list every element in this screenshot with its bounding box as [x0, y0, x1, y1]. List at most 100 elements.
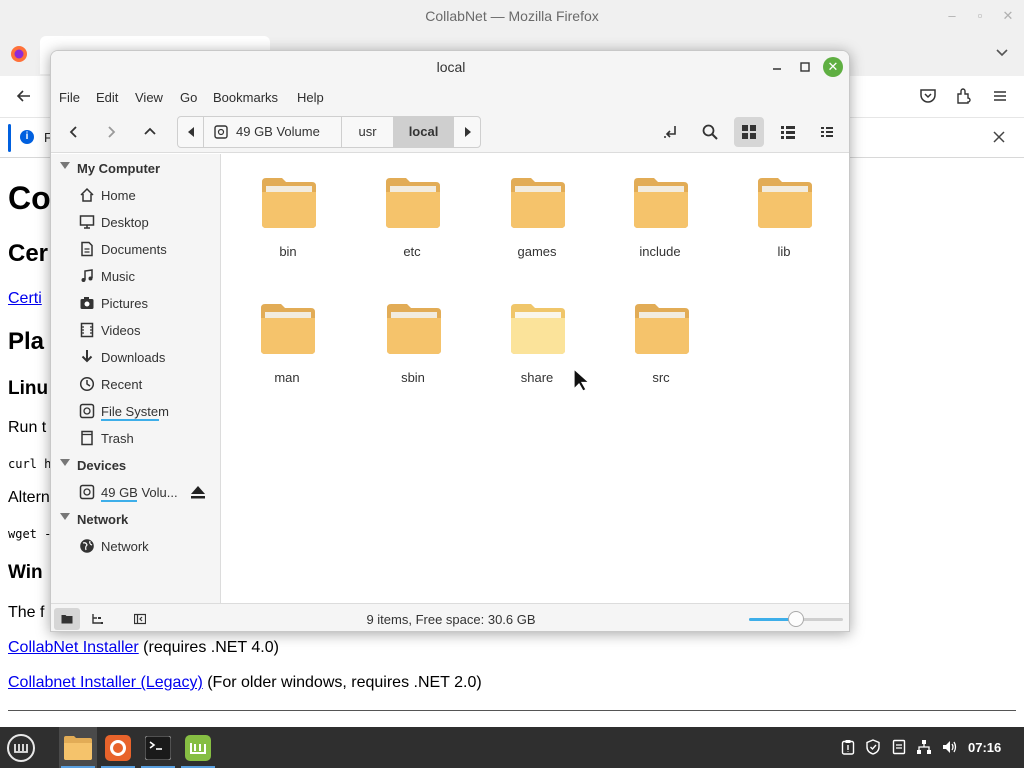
sidebar-section-label: Network [77, 512, 129, 527]
chevron-up-icon [144, 127, 156, 135]
firefox-maximize-button[interactable]: ▫ [972, 8, 988, 24]
start-menu-button[interactable] [2, 727, 40, 768]
sidebar-item-label: Recent [101, 377, 143, 392]
sidebar-item-file-system[interactable]: File System [51, 399, 221, 423]
mouse-pointer-icon [573, 368, 591, 392]
folder-games[interactable]: games [487, 160, 587, 260]
mint-update-icon [185, 734, 211, 761]
videos-icon [80, 322, 94, 338]
sidebar-section-my-computer[interactable]: My Computer [51, 156, 221, 180]
maximize-icon[interactable] [797, 59, 813, 75]
taskbar-firefox[interactable] [99, 727, 137, 768]
menu-edit[interactable]: Edit [96, 90, 118, 105]
up-button[interactable] [135, 117, 165, 147]
tab-list-chevron-icon[interactable] [994, 44, 1014, 64]
collabnet-legacy-installer-link[interactable]: Collabnet Installer (Legacy) [8, 674, 203, 691]
sidebar-item-pictures[interactable]: Pictures [51, 291, 221, 315]
crumb-usr[interactable]: usr [342, 117, 394, 147]
path-scroll-left-button[interactable] [178, 117, 204, 147]
legacy-installer-note: (For older windows, requires .NET 2.0) [202, 674, 482, 691]
file-manager-titlebar[interactable]: local ✕ [51, 51, 849, 83]
firefox-view-icon[interactable] [10, 45, 30, 65]
crumb-volume-label: 49 GB Volume [236, 124, 320, 139]
forward-button[interactable] [96, 117, 126, 147]
folder-include[interactable]: include [610, 160, 710, 260]
path-scroll-right-button[interactable] [454, 117, 480, 147]
pocket-icon[interactable] [918, 86, 938, 106]
firefox-minimize-button[interactable]: – [944, 8, 960, 24]
sidebar-section-label: My Computer [77, 161, 161, 176]
folder-icon [261, 304, 315, 354]
sidebar-item-label: File System [101, 404, 169, 419]
triangle-left-icon [188, 127, 194, 137]
toolbar: 49 GB Volume usr local [51, 111, 849, 153]
folder-bin[interactable]: bin [238, 160, 338, 260]
notification-close-icon[interactable] [990, 128, 1010, 148]
hamburger-menu-icon[interactable] [990, 86, 1010, 106]
crumb-local[interactable]: local [394, 117, 454, 147]
disk-usage-bar [101, 500, 137, 502]
sidebar-item-videos[interactable]: Videos [51, 318, 221, 342]
taskbar-update-manager[interactable] [179, 727, 217, 768]
folder-etc[interactable]: etc [362, 160, 462, 260]
sidebar-item-desktop[interactable]: Desktop [51, 210, 221, 234]
menu-bar: File Edit View Go Bookmarks Help [51, 83, 849, 111]
folder-label: etc [403, 244, 421, 259]
network-icon[interactable] [916, 739, 932, 755]
menu-view[interactable]: View [135, 90, 163, 105]
folder-lib[interactable]: lib [734, 160, 834, 260]
folder-share[interactable]: share [487, 286, 587, 386]
back-arrow-icon[interactable] [14, 86, 34, 106]
notes-icon[interactable] [891, 739, 907, 755]
list-view-button[interactable] [773, 117, 803, 147]
menu-help[interactable]: Help [297, 90, 324, 105]
drive-icon [79, 484, 95, 500]
compact-view-button[interactable] [812, 117, 842, 147]
folder-sbin[interactable]: sbin [363, 286, 463, 386]
sidebar-item-recent[interactable]: Recent [51, 372, 221, 396]
firefox-close-button[interactable]: ✕ [1000, 8, 1016, 24]
menu-file[interactable]: File [59, 90, 80, 105]
certificate-link[interactable]: Certi [8, 290, 42, 308]
sidebar-item-volume[interactable]: 49 GB Volu... [51, 480, 221, 504]
clipboard-icon[interactable] [840, 739, 856, 755]
sidebar-item-label: Home [101, 188, 136, 203]
file-icon-view[interactable]: bin etc games include lib man sbin share… [222, 154, 849, 603]
menu-go[interactable]: Go [180, 90, 197, 105]
sidebar-item-network[interactable]: Network [51, 534, 221, 558]
extensions-icon[interactable] [954, 86, 974, 106]
shield-icon[interactable] [865, 739, 881, 755]
eject-icon[interactable] [190, 485, 206, 499]
trash-icon [81, 430, 93, 446]
expander-icon [60, 459, 70, 466]
sidebar-item-home[interactable]: Home [51, 183, 221, 207]
zoom-slider[interactable] [749, 611, 843, 627]
page-heading-linux: Linu [8, 378, 49, 399]
folder-man[interactable]: man [237, 286, 337, 386]
sidebar-item-music[interactable]: Music [51, 264, 221, 288]
clock[interactable]: 07:16 [968, 740, 1001, 755]
sidebar-item-label: Network [101, 539, 149, 554]
taskbar-files[interactable] [59, 727, 97, 768]
crumb-volume[interactable]: 49 GB Volume [204, 117, 342, 147]
page-alternative-text: Altern [8, 489, 50, 506]
sidebar-section-devices[interactable]: Devices [51, 453, 221, 477]
back-button[interactable] [59, 117, 89, 147]
toggle-location-button[interactable] [656, 117, 686, 147]
close-icon[interactable]: ✕ [823, 57, 843, 77]
sidebar-item-downloads[interactable]: Downloads [51, 345, 221, 369]
drive-icon [214, 125, 228, 139]
sidebar-section-network[interactable]: Network [51, 507, 221, 531]
volume-icon[interactable] [942, 739, 958, 755]
zoom-slider-handle[interactable] [788, 611, 804, 627]
taskbar-terminal[interactable] [139, 727, 177, 768]
sidebar-item-documents[interactable]: Documents [51, 237, 221, 261]
menu-bookmarks[interactable]: Bookmarks [213, 90, 278, 105]
sidebar-item-trash[interactable]: Trash [51, 426, 221, 450]
chevron-left-icon [69, 126, 77, 138]
folder-src[interactable]: src [611, 286, 711, 386]
icon-view-button[interactable] [734, 117, 764, 147]
search-button[interactable] [695, 117, 725, 147]
collabnet-installer-link[interactable]: CollabNet Installer [8, 639, 139, 656]
minimize-icon[interactable] [769, 59, 785, 75]
